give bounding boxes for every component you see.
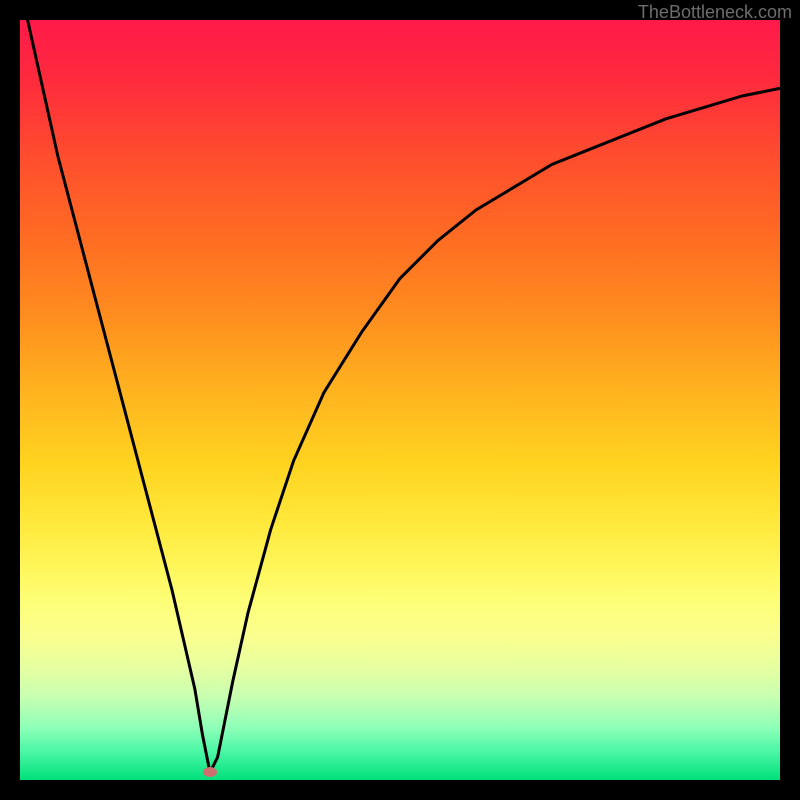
optimal-point-marker (203, 767, 217, 777)
watermark-text: TheBottleneck.com (638, 2, 792, 23)
curve-layer (20, 20, 780, 780)
plot-area (20, 20, 780, 780)
curve-svg (20, 20, 780, 780)
chart-frame: TheBottleneck.com (0, 0, 800, 800)
bottleneck-curve (28, 20, 780, 772)
